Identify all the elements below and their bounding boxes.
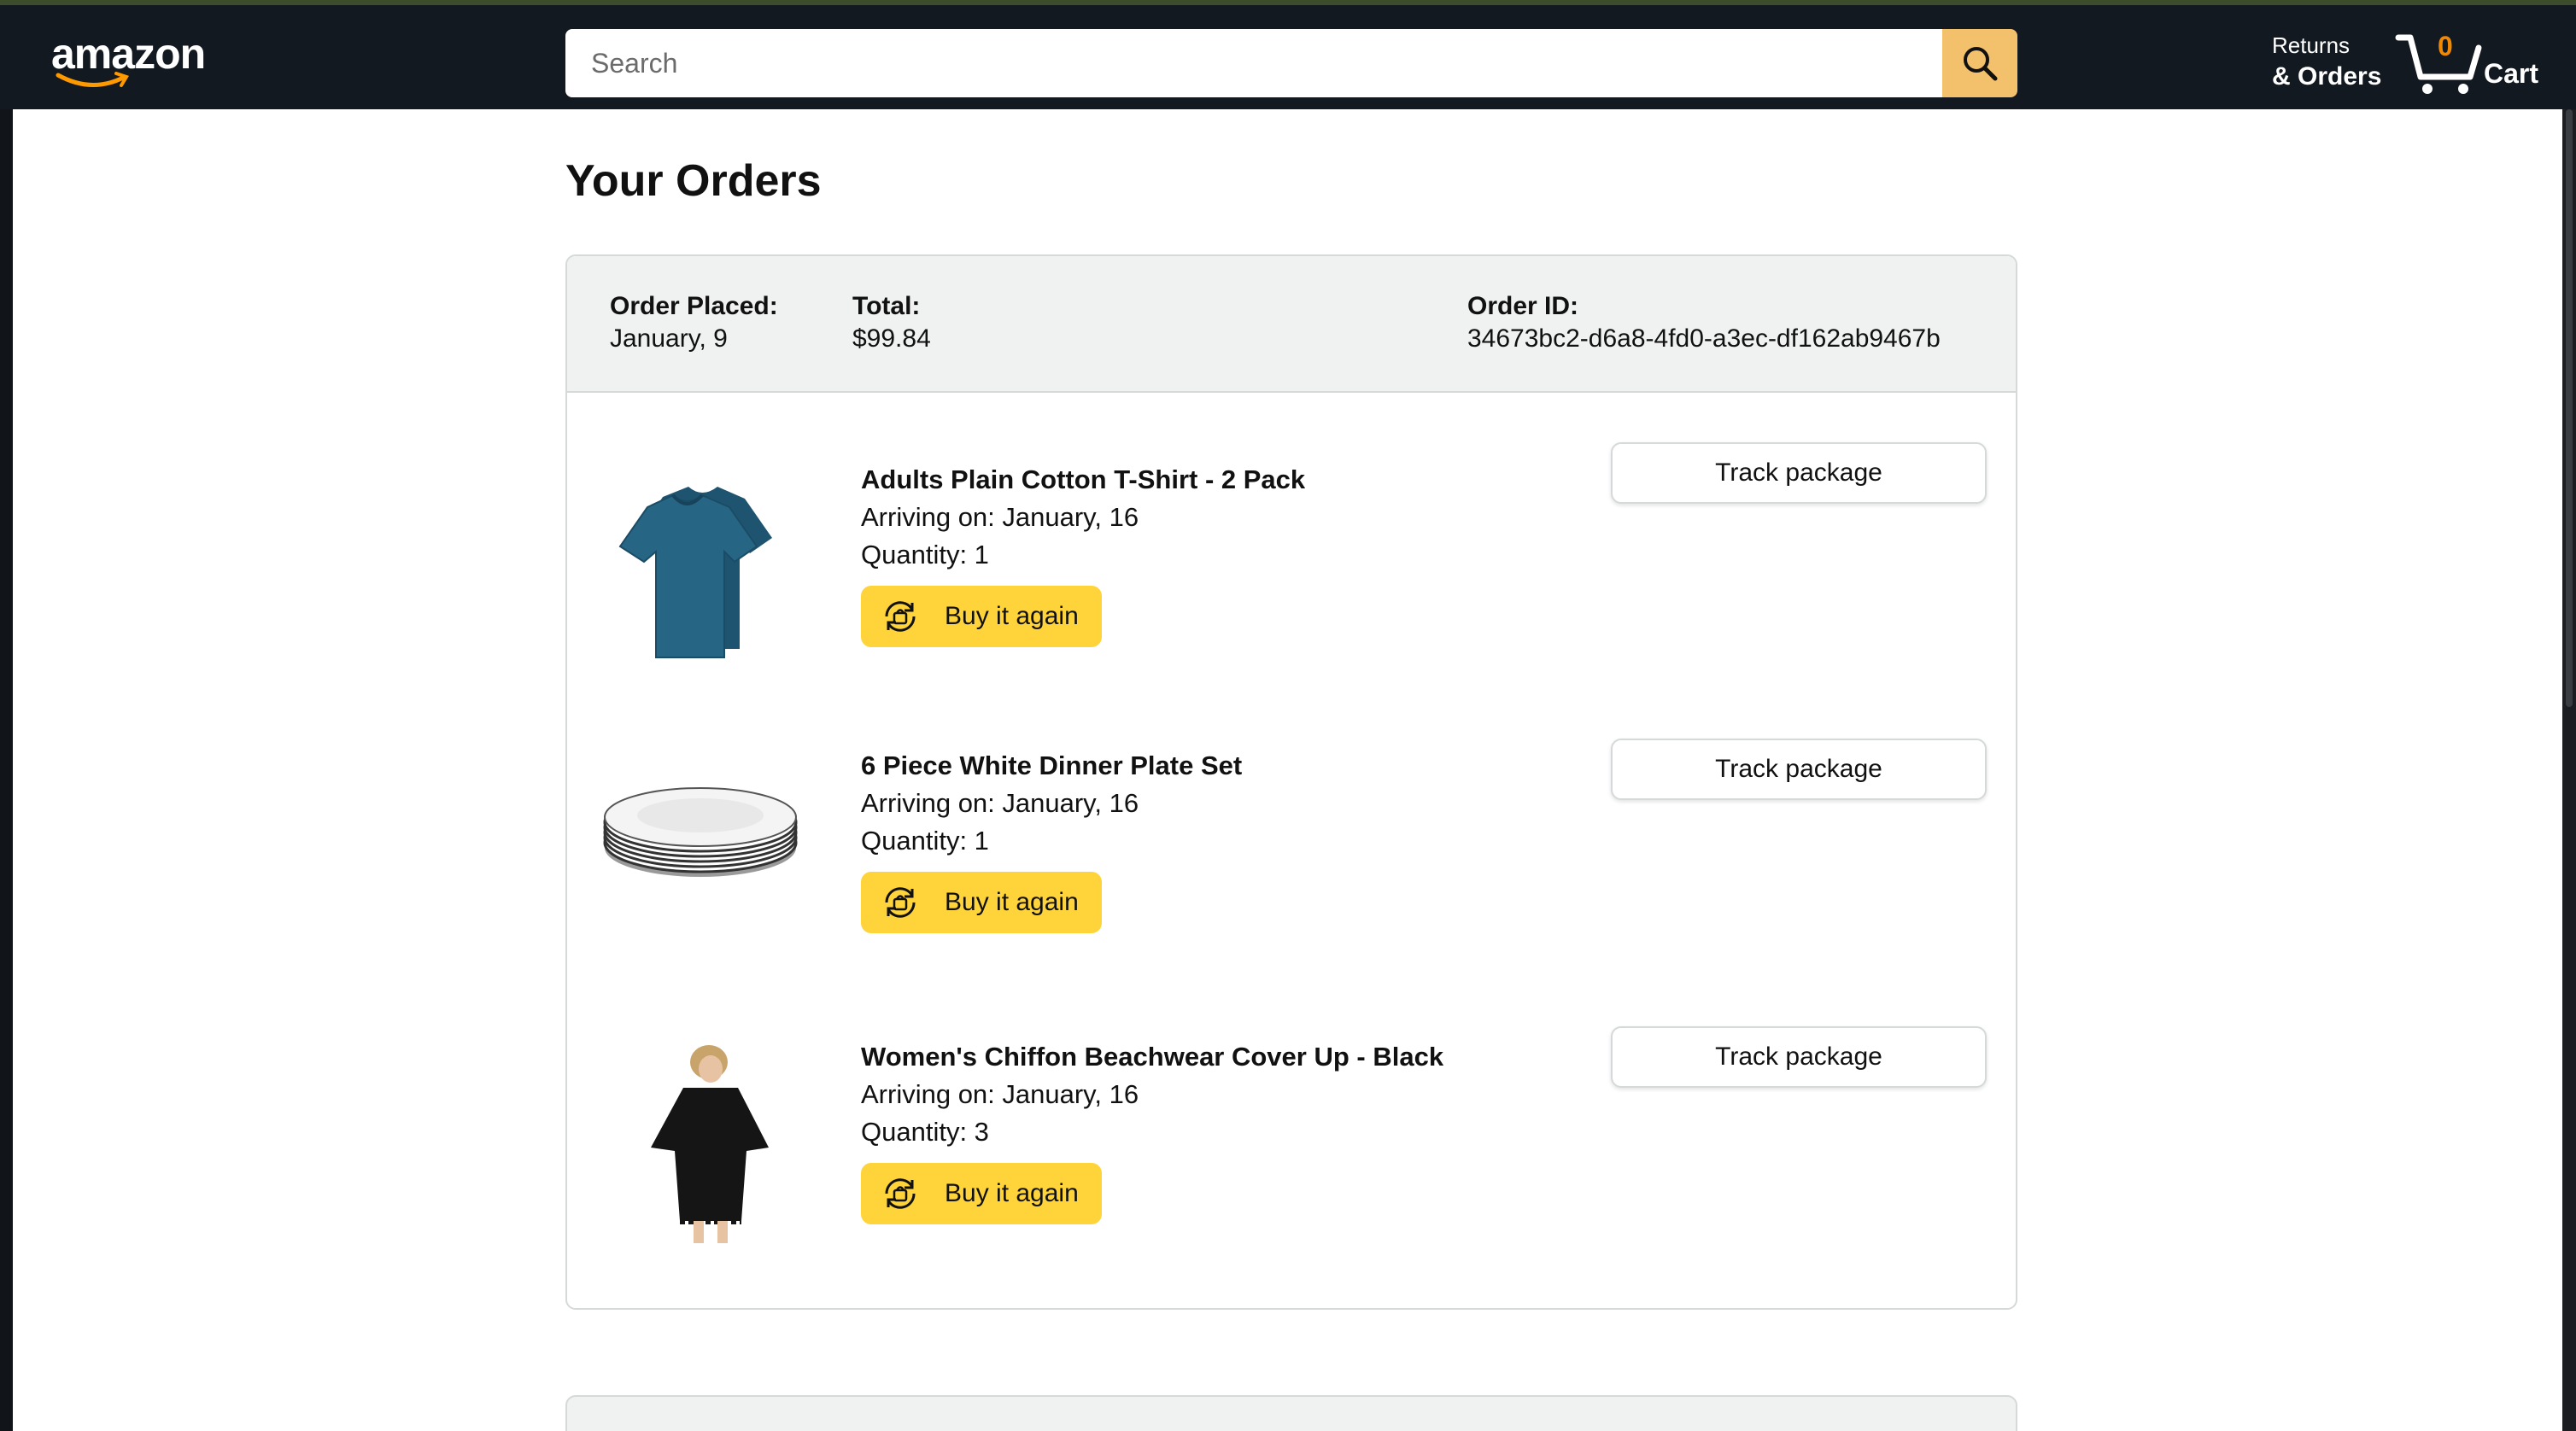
- plates-image[interactable]: [601, 754, 806, 959]
- item-info: 6 Piece White Dinner Plate Set Arriving …: [861, 747, 1242, 933]
- item-arriving: Arriving on: January, 16: [861, 1079, 1139, 1109]
- returns-and-orders-link[interactable]: Returns & Orders: [2272, 32, 2381, 91]
- order-item: Adults Plain Cotton T-Shirt - 2 Pack Arr…: [567, 442, 2016, 717]
- search-button[interactable]: [1942, 29, 2017, 97]
- next-order-card: [565, 1395, 2017, 1431]
- order-total-label: Total:: [852, 292, 921, 320]
- item-title[interactable]: 6 Piece White Dinner Plate Set: [861, 747, 1242, 785]
- reorder-icon: [885, 1178, 916, 1209]
- search-input[interactable]: [565, 29, 1942, 97]
- item-title[interactable]: Women's Chiffon Beachwear Cover Up - Bla…: [861, 1038, 1443, 1076]
- order-placed-value: January, 9: [610, 324, 728, 353]
- cart-count: 0: [2438, 31, 2453, 61]
- search-bar: [565, 29, 2017, 97]
- buy-it-again-button[interactable]: Buy it again: [861, 1163, 1102, 1224]
- item-quantity: Quantity: 3: [861, 1117, 989, 1147]
- amazon-smile-icon: [56, 72, 129, 87]
- order-placed-label: Order Placed:: [610, 292, 778, 320]
- page-title: Your Orders: [565, 156, 822, 206]
- track-package-button[interactable]: Track package: [1611, 442, 1987, 504]
- buy-it-again-label: Buy it again: [945, 1179, 1079, 1207]
- order-total-value: $99.84: [852, 324, 931, 353]
- order-id: Order ID: 34673bc2-d6a8-4fd0-a3ec-df162a…: [1467, 290, 1941, 355]
- order-id-value: 34673bc2-d6a8-4fd0-a3ec-df162ab9467b: [1467, 324, 1941, 353]
- reorder-icon: [885, 601, 916, 632]
- buy-it-again-label: Buy it again: [945, 602, 1079, 630]
- cart-label: Cart: [2484, 58, 2539, 89]
- item-info: Adults Plain Cotton T-Shirt - 2 Pack Arr…: [861, 461, 1305, 647]
- buy-it-again-label: Buy it again: [945, 888, 1079, 916]
- item-arriving: Arriving on: January, 16: [861, 502, 1139, 532]
- returns-label: Returns: [2272, 32, 2351, 58]
- track-package-button[interactable]: Track package: [1611, 739, 1987, 800]
- scrollbar-thumb[interactable]: [2566, 109, 2573, 707]
- item-info: Women's Chiffon Beachwear Cover Up - Bla…: [861, 1038, 1443, 1224]
- orders-label: & Orders: [2272, 62, 2382, 91]
- search-icon: [1964, 47, 1998, 81]
- buy-it-again-button[interactable]: Buy it again: [861, 586, 1102, 647]
- buy-it-again-button[interactable]: Buy it again: [861, 872, 1102, 933]
- top-navigation-bar: amazon Returns & Orders 0 Cart: [0, 0, 2576, 109]
- item-title[interactable]: Adults Plain Cotton T-Shirt - 2 Pack: [861, 461, 1305, 499]
- item-arriving: Arriving on: January, 16: [861, 788, 1139, 818]
- order-placed: Order Placed: January, 9: [610, 290, 778, 355]
- order-total: Total: $99.84: [852, 290, 931, 355]
- reorder-icon: [885, 887, 916, 918]
- track-package-button[interactable]: Track package: [1611, 1026, 1987, 1088]
- order-item: Women's Chiffon Beachwear Cover Up - Bla…: [567, 1026, 2016, 1301]
- cart-button[interactable]: 0 Cart: [2395, 26, 2549, 97]
- item-quantity: Quantity: 1: [861, 826, 989, 856]
- order-card: Order Placed: January, 9 Total: $99.84 O…: [565, 254, 2017, 1310]
- coverup-image[interactable]: [601, 1045, 806, 1250]
- order-id-label: Order ID:: [1467, 292, 1579, 320]
- order-header: Order Placed: January, 9 Total: $99.84 O…: [567, 256, 2016, 393]
- order-item: 6 Piece White Dinner Plate Set Arriving …: [567, 739, 2016, 1010]
- app-window: Your Orders Order Placed: January, 9 Tot…: [13, 0, 2562, 1431]
- item-quantity: Quantity: 1: [861, 540, 989, 569]
- tshirt-image[interactable]: [601, 461, 806, 666]
